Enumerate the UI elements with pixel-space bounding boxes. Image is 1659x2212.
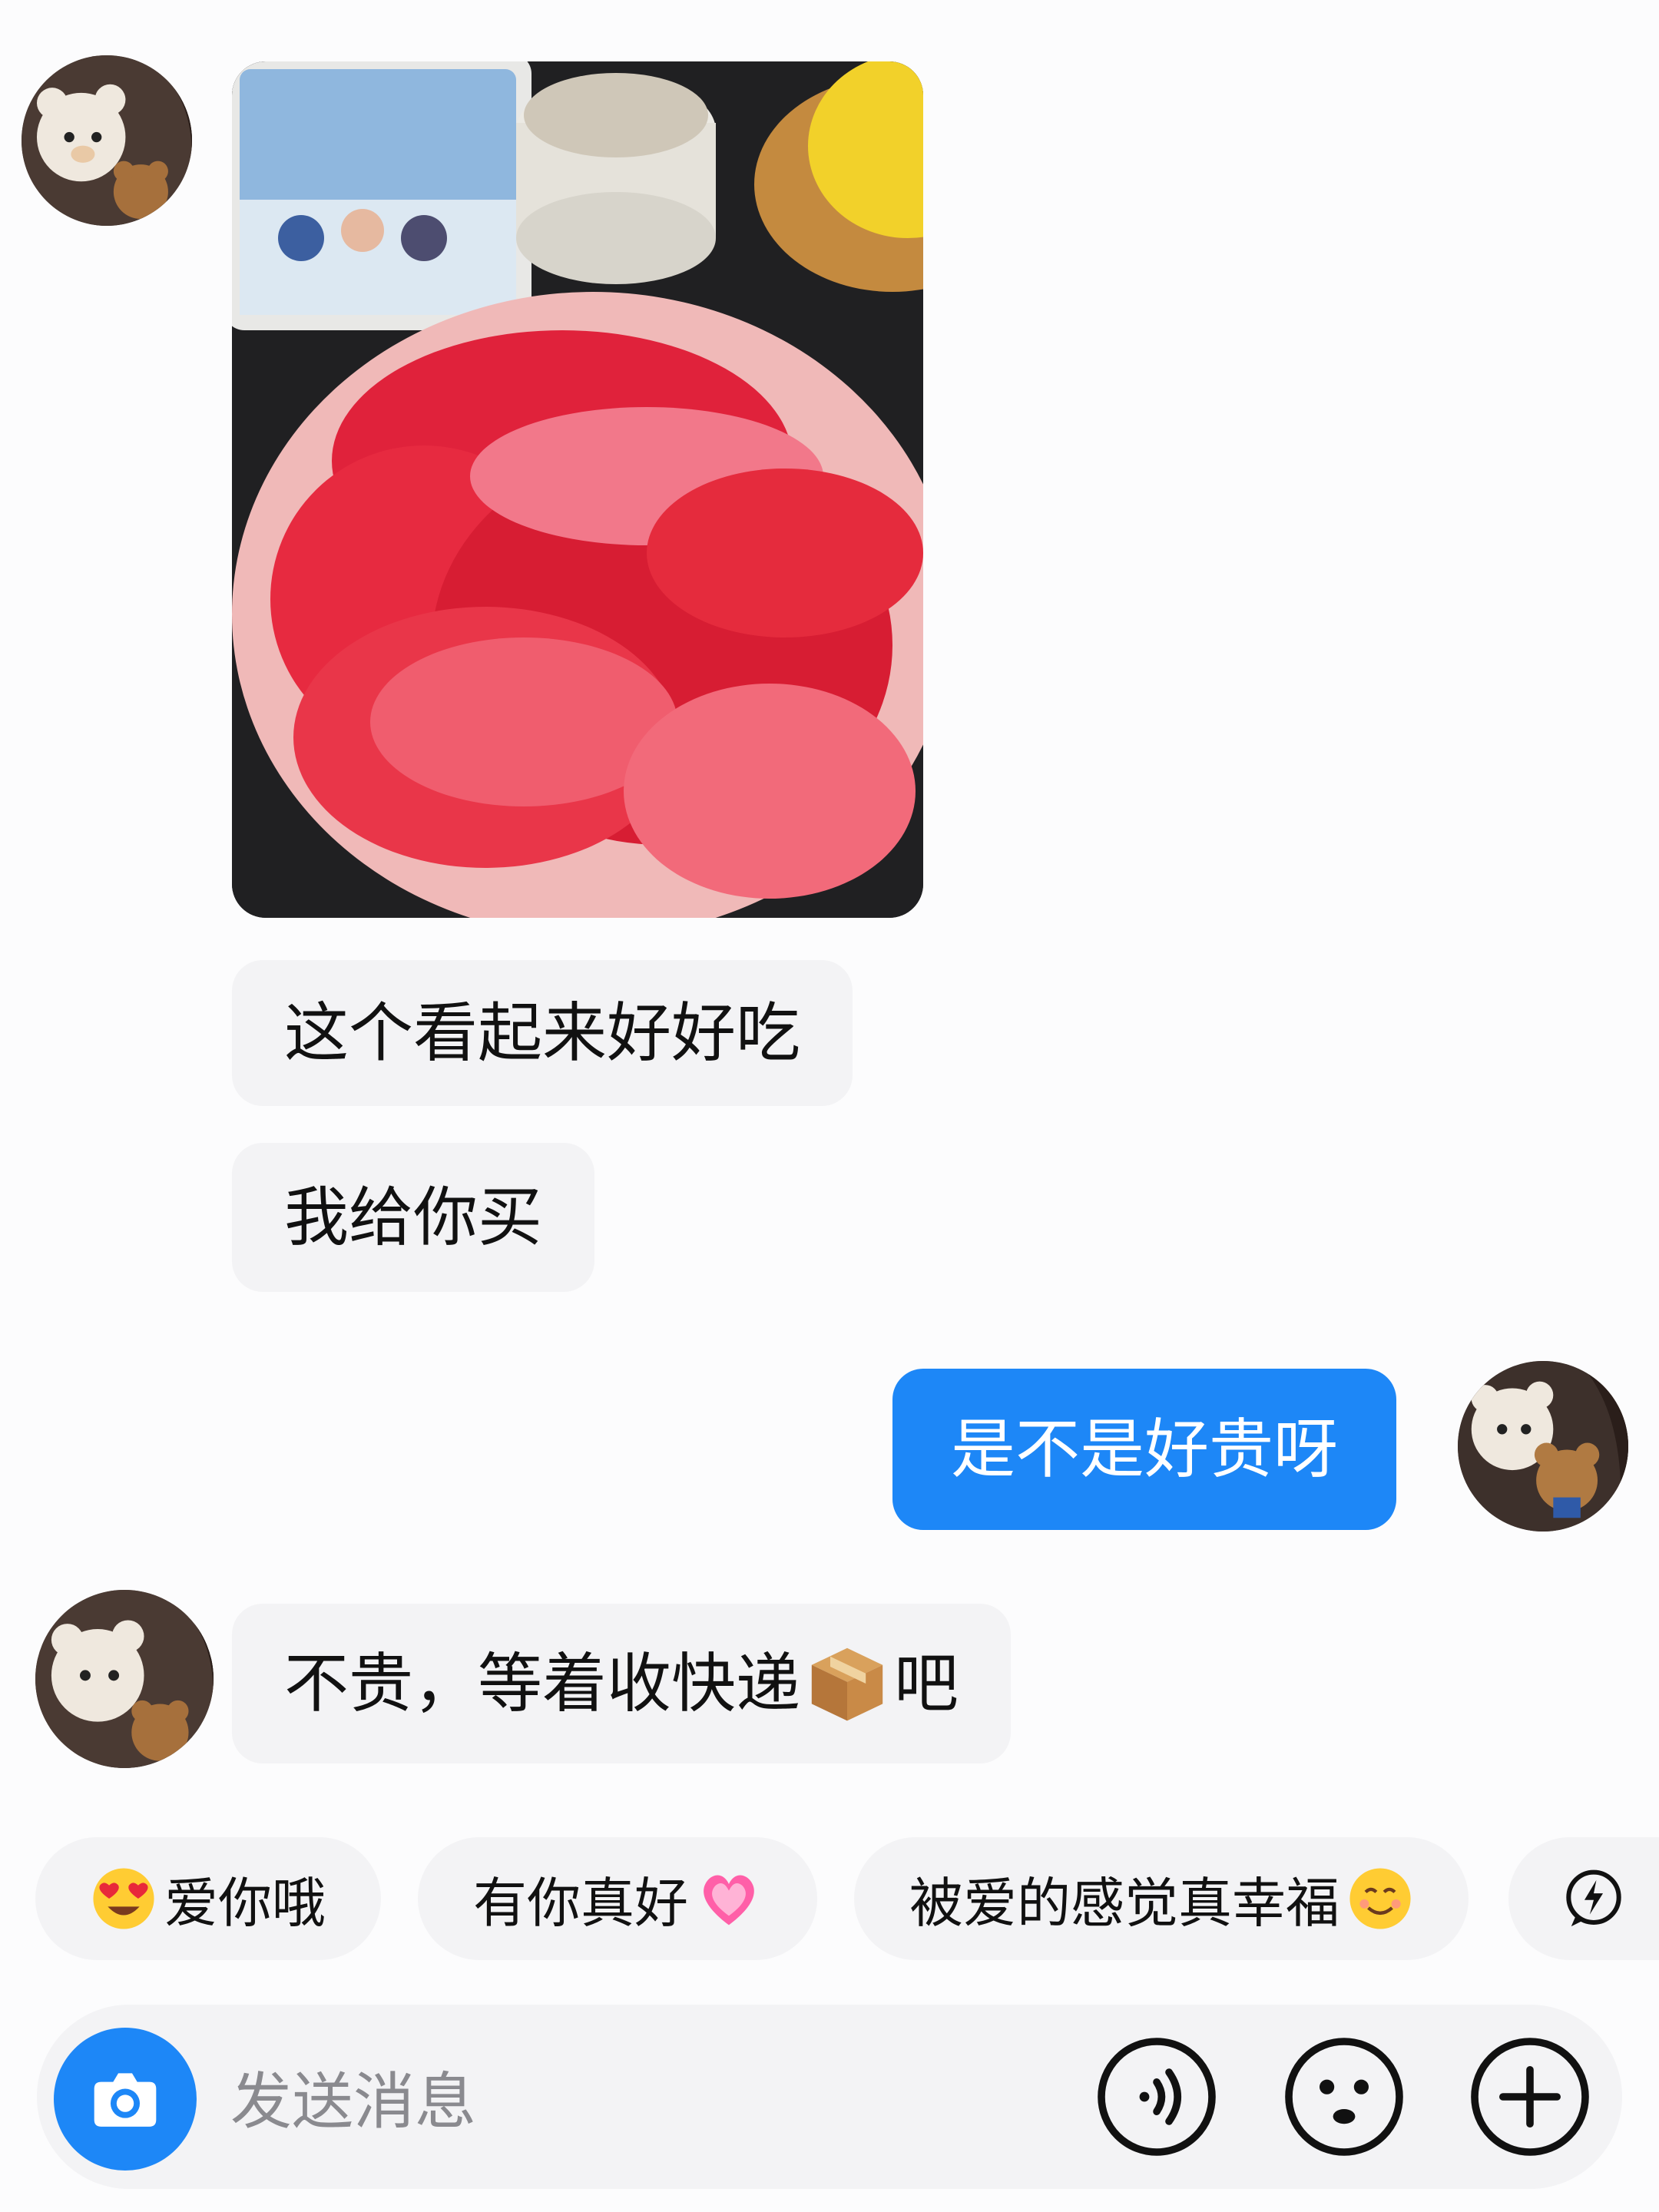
camera-button[interactable] [54, 2028, 197, 2171]
message-bubble-incoming[interactable]: 我给你买 [232, 1143, 595, 1292]
quick-reply-label: 爱你哦 [164, 1871, 326, 1935]
avatar-image [35, 1590, 214, 1768]
message-text: 是不是好贵呀 [951, 1412, 1339, 1487]
message-bubble-incoming[interactable]: 不贵，等着收快递 吧 [232, 1604, 1012, 1763]
grapefruit-photo [232, 61, 923, 918]
emoji-icon [1285, 2038, 1403, 2156]
image-message-grapefruit[interactable] [232, 61, 923, 918]
quick-reply-chip[interactable]: 有你真好 [418, 1837, 817, 1960]
package-emoji [811, 1647, 883, 1721]
emoji-button[interactable] [1283, 2035, 1406, 2158]
voice-button[interactable] [1095, 2035, 1218, 2158]
quick-reply-chip[interactable]: 爱你哦 [35, 1837, 381, 1960]
voice-icon [1098, 2038, 1216, 2156]
heart-eyes-emoji [93, 1868, 154, 1929]
quick-reply-chip[interactable] [1508, 1837, 1659, 1960]
message-text: 我给你买 [284, 1180, 543, 1255]
message-text: 吧 [894, 1646, 959, 1721]
message-bubble-outgoing[interactable]: 是不是好贵呀 [892, 1369, 1397, 1530]
camera-icon [94, 2073, 157, 2127]
message-composer: 发送消息 [37, 2005, 1622, 2189]
avatar-contact-top[interactable] [22, 55, 192, 226]
message-text: 不贵，等着收快递 [284, 1646, 801, 1721]
avatar-image [1458, 1361, 1628, 1532]
quick-reply-bar: 爱你哦 有你真好 被爱的感觉真幸福 [0, 1837, 1659, 1960]
avatar-image [22, 55, 192, 226]
message-bubble-incoming[interactable]: 这个看起来好好吃 [232, 960, 853, 1106]
avatar-self[interactable] [1458, 1361, 1628, 1532]
sparkling-heart-emoji [704, 1875, 754, 1926]
avatar-contact-bottom[interactable] [35, 1590, 214, 1768]
message-text: 这个看起来好好吃 [284, 995, 801, 1071]
message-input[interactable]: 发送消息 [230, 2005, 476, 2189]
lightning-chat-icon [1566, 1869, 1621, 1927]
smiling-face-emoji [1349, 1868, 1411, 1929]
quick-reply-label: 被爱的感觉真幸福 [909, 1871, 1339, 1935]
plus-icon [1471, 2038, 1589, 2156]
plus-button[interactable] [1469, 2035, 1591, 2158]
quick-reply-label: 有你真好 [473, 1871, 688, 1935]
quick-reply-chip[interactable]: 被爱的感觉真幸福 [854, 1837, 1469, 1960]
